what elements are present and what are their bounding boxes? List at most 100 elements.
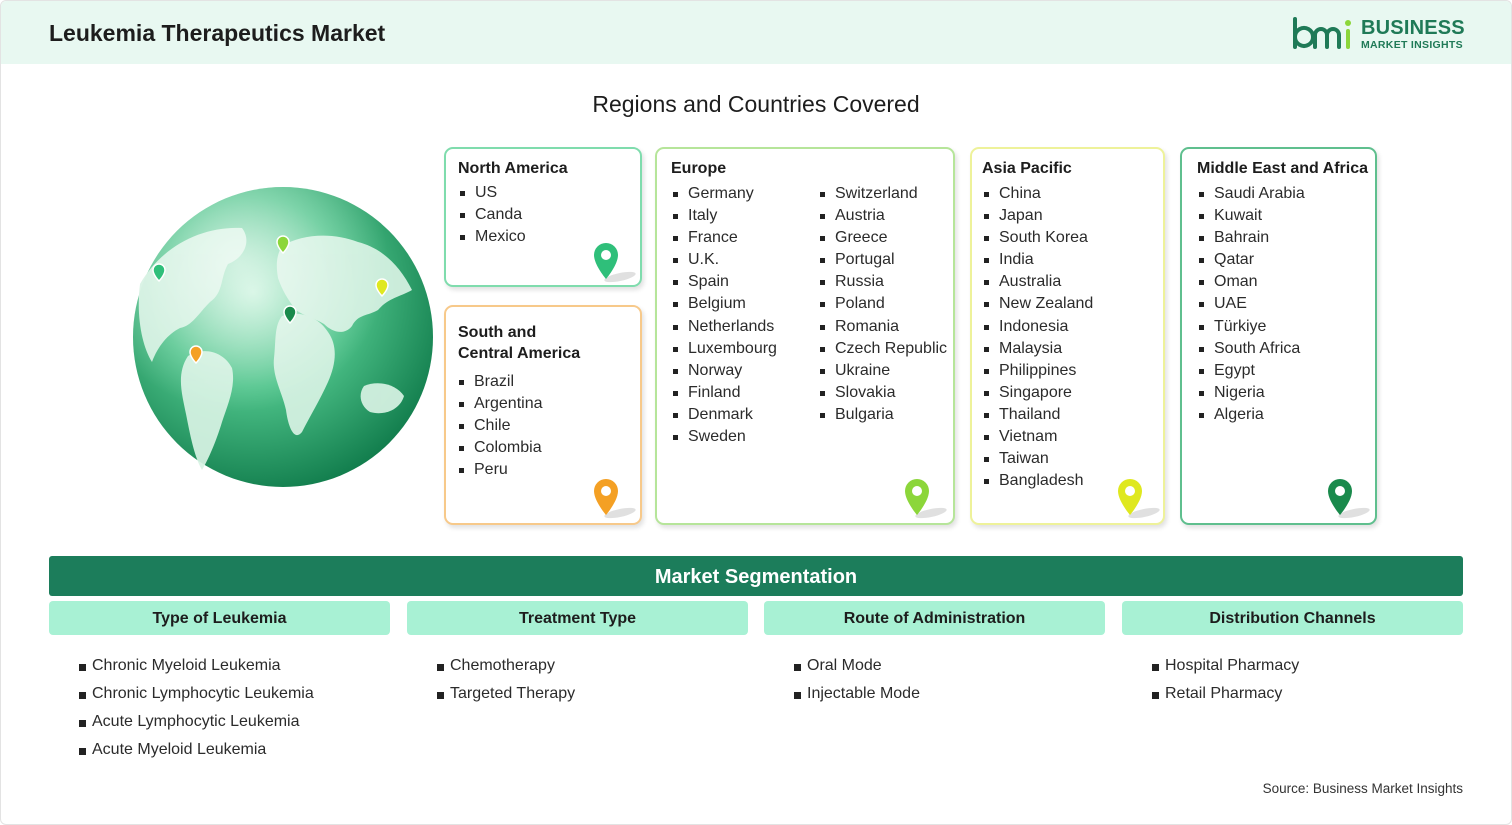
list-item: Saudi Arabia xyxy=(1197,183,1305,205)
region-box-middle-east-africa: Middle East and Africa Saudi Arabia Kuwa… xyxy=(1180,147,1377,525)
list-item: Brazil xyxy=(457,371,543,393)
list-item: Egypt xyxy=(1197,360,1305,382)
list-item: Belgium xyxy=(671,293,777,315)
list-item: Hospital Pharmacy xyxy=(1152,652,1299,680)
list-item: UAE xyxy=(1197,293,1305,315)
list-item: Czech Republic xyxy=(818,338,947,360)
country-list: Saudi Arabia Kuwait Bahrain Qatar Oman U… xyxy=(1197,183,1305,426)
map-pin-icon xyxy=(1118,479,1160,519)
list-item: Spain xyxy=(671,271,777,293)
list-item: Argentina xyxy=(457,393,543,415)
list-item: Sweden xyxy=(671,426,777,448)
list-item: Finland xyxy=(671,382,777,404)
segment-heading-label: Type of Leukemia xyxy=(152,610,287,627)
bmi-logo-icon xyxy=(1293,17,1351,49)
region-name: Asia Pacific xyxy=(982,160,1072,177)
list-item: Peru xyxy=(457,459,543,481)
country-list-column-2: Switzerland Austria Greece Portugal Russ… xyxy=(818,183,947,426)
region-name: South and Central America xyxy=(458,322,580,364)
bmi-logo: BUSINESS MARKET INSIGHTS xyxy=(1291,15,1471,55)
market-segmentation-bar: Market Segmentation xyxy=(49,556,1463,596)
list-item: Indonesia xyxy=(982,316,1093,338)
list-item: Netherlands xyxy=(671,316,777,338)
map-pin-icon xyxy=(594,479,636,519)
list-item: Ukraine xyxy=(818,360,947,382)
region-name: Middle East and Africa xyxy=(1197,160,1368,177)
segment-heading-label: Treatment Type xyxy=(518,610,637,627)
list-item: Norway xyxy=(671,360,777,382)
list-item: South Korea xyxy=(982,227,1093,249)
list-item: New Zealand xyxy=(982,293,1093,315)
region-name: North America xyxy=(458,160,568,177)
region-name-line-2: Central America xyxy=(458,345,581,362)
list-item: Bahrain xyxy=(1197,227,1305,249)
list-item: Retail Pharmacy xyxy=(1152,680,1299,708)
segment-list-treatment-type: Chemotherapy Targeted Therapy xyxy=(437,652,575,708)
list-item: Nigeria xyxy=(1197,382,1305,404)
list-item: Injectable Mode xyxy=(794,680,920,708)
market-segmentation-title: Market Segmentation xyxy=(654,566,858,588)
list-item: Austria xyxy=(818,205,947,227)
region-box-asia-pacific: Asia Pacific China Japan South Korea Ind… xyxy=(970,147,1165,525)
list-item: Australia xyxy=(982,271,1093,293)
logo-text-market-insights: MARKET INSIGHTS xyxy=(1361,39,1463,51)
source-note: Source: Business Market Insights xyxy=(1262,781,1463,796)
segment-heading-label: Route of Administration xyxy=(843,610,1026,627)
list-item: Oman xyxy=(1197,271,1305,293)
list-item: Acute Myeloid Leukemia xyxy=(79,736,314,764)
list-item: Acute Lymphocytic Leukemia xyxy=(79,708,314,736)
list-item: Bangladesh xyxy=(982,470,1093,492)
list-item: Canda xyxy=(458,204,526,226)
country-list: US Canda Mexico xyxy=(458,182,526,248)
region-name: Europe xyxy=(671,160,727,177)
list-item: China xyxy=(982,183,1093,205)
list-item: Japan xyxy=(982,205,1093,227)
list-item: India xyxy=(982,249,1093,271)
list-item: Switzerland xyxy=(818,183,947,205)
country-list-column-1: Germany Italy France U.K. Spain Belgium … xyxy=(671,183,777,448)
segment-heading-type-of-leukemia: Type of Leukemia xyxy=(49,601,390,635)
list-item: Greece xyxy=(818,227,947,249)
list-item: Philippines xyxy=(982,360,1093,382)
country-list: Brazil Argentina Chile Colombia Peru xyxy=(457,371,543,481)
region-box-north-america: North America US Canda Mexico xyxy=(444,147,642,287)
regions-title: Regions and Countries Covered xyxy=(592,91,920,117)
list-item: US xyxy=(458,182,526,204)
map-pin-icon xyxy=(1328,479,1370,519)
list-item: Mexico xyxy=(458,226,526,248)
logo-text-business: BUSINESS xyxy=(1361,17,1465,39)
list-item: Kuwait xyxy=(1197,205,1305,227)
segment-heading-treatment-type: Treatment Type xyxy=(407,601,748,635)
list-item: South Africa xyxy=(1197,338,1305,360)
list-item: Vietnam xyxy=(982,426,1093,448)
region-box-europe: Europe Germany Italy France U.K. Spain B… xyxy=(655,147,955,525)
segment-heading-route-of-administration: Route of Administration xyxy=(764,601,1105,635)
map-pin-icon xyxy=(905,479,947,519)
list-item: Chemotherapy xyxy=(437,652,575,680)
list-item: Türkiye xyxy=(1197,316,1305,338)
list-item: U.K. xyxy=(671,249,777,271)
list-item: Thailand xyxy=(982,404,1093,426)
list-item: Oral Mode xyxy=(794,652,920,680)
list-item: Chile xyxy=(457,415,543,437)
list-item: Malaysia xyxy=(982,338,1093,360)
list-item: Luxembourg xyxy=(671,338,777,360)
segment-heading-distribution-channels: Distribution Channels xyxy=(1122,601,1463,635)
list-item: Taiwan xyxy=(982,448,1093,470)
region-box-south-central-america: South and Central America Brazil Argenti… xyxy=(444,305,642,525)
list-item: Algeria xyxy=(1197,404,1305,426)
page-title: Leukemia Therapeutics Market xyxy=(49,20,386,46)
segment-list-route-of-administration: Oral Mode Injectable Mode xyxy=(794,652,920,708)
header-bar: Leukemia Therapeutics Market BUSINESS MA… xyxy=(1,1,1511,64)
list-item: Russia xyxy=(818,271,947,293)
country-list: China Japan South Korea India Australia … xyxy=(982,183,1093,492)
segment-heading-label: Distribution Channels xyxy=(1209,610,1376,627)
map-pin-icon xyxy=(594,243,636,283)
list-item: Denmark xyxy=(671,404,777,426)
list-item: Slovakia xyxy=(818,382,947,404)
list-item: Chronic Myeloid Leukemia xyxy=(79,652,314,680)
list-item: Portugal xyxy=(818,249,947,271)
list-item: Germany xyxy=(671,183,777,205)
list-item: Qatar xyxy=(1197,249,1305,271)
list-item: Singapore xyxy=(982,382,1093,404)
